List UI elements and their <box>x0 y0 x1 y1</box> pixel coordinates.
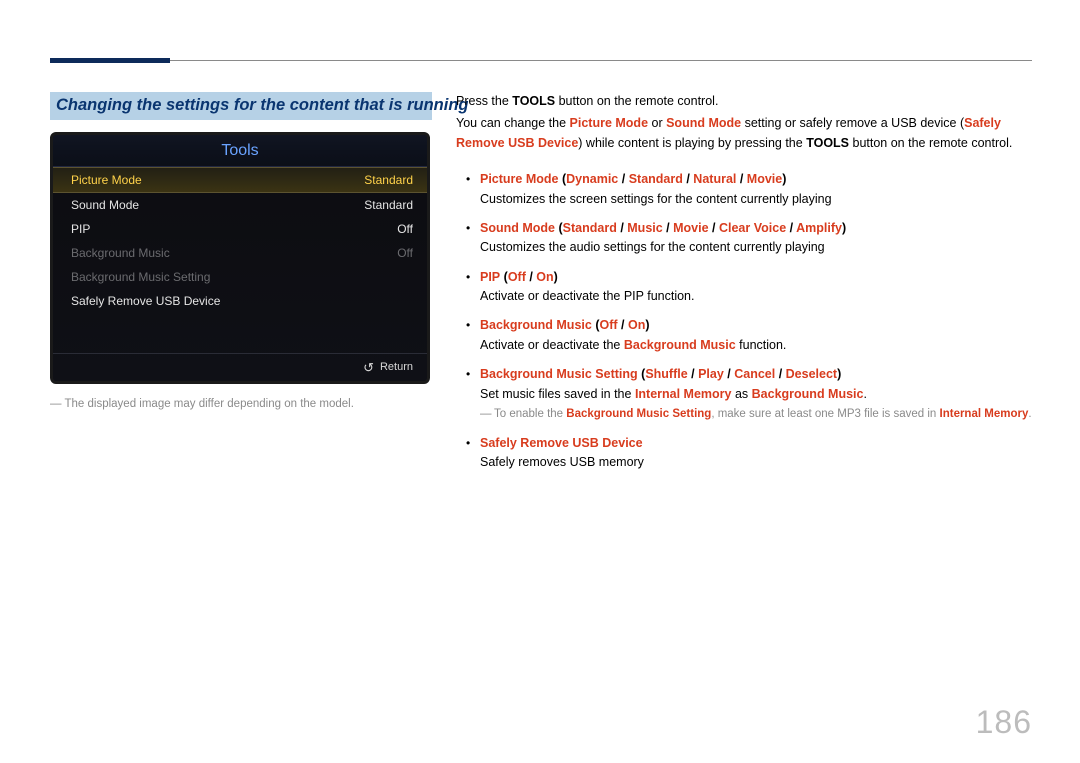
menu-item-background-music-setting: Background Music Setting <box>53 265 427 289</box>
return-label: Return <box>380 361 413 373</box>
menu-item-sound-mode: Sound Mode Standard <box>53 193 427 217</box>
menu-item-label: PIP <box>71 222 90 236</box>
tools-menu-footer: ↺ Return <box>53 353 427 381</box>
menu-item-picture-mode: Picture Mode Standard <box>53 167 427 193</box>
intro-line-1: Press the TOOLS button on the remote con… <box>456 92 1032 111</box>
menu-item-value: Off <box>397 246 413 260</box>
menu-item-background-music: Background Music Off <box>53 241 427 265</box>
left-column: Changing the settings for the content th… <box>50 92 432 482</box>
top-rule <box>50 60 1032 61</box>
return-icon: ↺ <box>363 361 374 374</box>
right-column: Press the TOOLS button on the remote con… <box>456 92 1032 482</box>
option-safely-remove-usb: Safely Remove USB Device Safely removes … <box>456 434 1032 473</box>
menu-item-value: Standard <box>364 198 413 212</box>
option-background-music: Background Music (Off / On) Activate or … <box>456 316 1032 355</box>
menu-item-value: Off <box>397 222 413 236</box>
tools-menu-screenshot: Tools Picture Mode Standard Sound Mode S… <box>50 132 430 384</box>
option-background-music-setting: Background Music Setting (Shuffle / Play… <box>456 365 1032 424</box>
tools-menu-title: Tools <box>53 135 427 167</box>
menu-item-safely-remove-usb: Safely Remove USB Device <box>53 289 427 313</box>
menu-item-label: Safely Remove USB Device <box>71 294 220 308</box>
menu-item-label: Background Music Setting <box>71 270 210 284</box>
menu-item-label: Background Music <box>71 246 170 260</box>
menu-item-label: Picture Mode <box>71 173 142 187</box>
section-heading: Changing the settings for the content th… <box>50 92 432 120</box>
image-disclaimer-footnote: The displayed image may differ depending… <box>50 398 432 410</box>
options-list: Picture Mode (Dynamic / Standard / Natur… <box>456 170 1032 472</box>
background-music-setting-note: To enable the Background Music Setting, … <box>480 406 1032 424</box>
intro-line-2: You can change the Picture Mode or Sound… <box>456 114 1032 153</box>
option-sound-mode: Sound Mode (Standard / Music / Movie / C… <box>456 219 1032 258</box>
option-picture-mode: Picture Mode (Dynamic / Standard / Natur… <box>456 170 1032 209</box>
top-rule-accent <box>50 58 170 63</box>
menu-item-pip: PIP Off <box>53 217 427 241</box>
menu-item-label: Sound Mode <box>71 198 139 212</box>
menu-item-value: Standard <box>364 173 413 187</box>
page-number: 186 <box>976 704 1032 741</box>
option-pip: PIP (Off / On) Activate or deactivate th… <box>456 268 1032 307</box>
